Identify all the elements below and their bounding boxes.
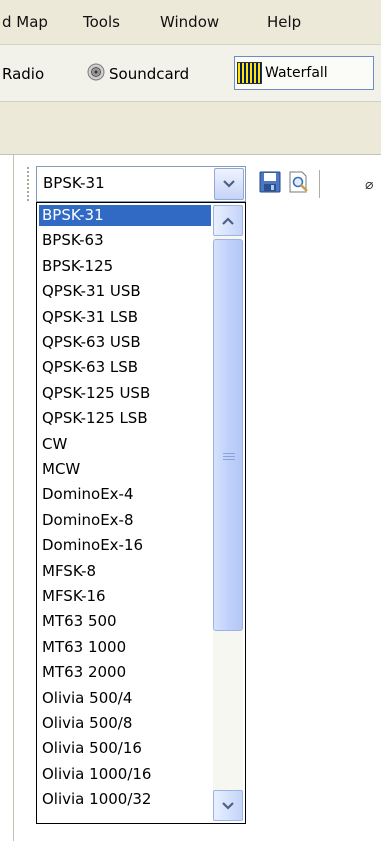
dropdown-option[interactable]: DominoEx-8	[39, 510, 211, 531]
menu-item-tools[interactable]: Tools	[83, 13, 120, 31]
radio-label: Radio	[2, 65, 45, 83]
toolbar-band	[0, 102, 381, 155]
dropdown-option[interactable]: QPSK-125 LSB	[39, 408, 211, 429]
dropdown-option[interactable]: BPSK-31	[39, 205, 211, 226]
menu-item-help[interactable]: Help	[267, 13, 301, 31]
dropdown-scrollbar[interactable]	[213, 205, 243, 821]
soundcard-label: Soundcard	[109, 65, 190, 83]
menu-bar: d Map Tools Window Help	[0, 0, 381, 45]
dropdown-option[interactable]: BPSK-63	[39, 230, 211, 251]
mode-select[interactable]: BPSK-31	[36, 166, 246, 202]
panel-divider	[13, 155, 14, 841]
waterfall-icon	[237, 62, 262, 84]
speaker-icon	[86, 62, 106, 86]
dropdown-option[interactable]: Olivia 500/8	[39, 713, 211, 734]
mode-dropdown-list: BPSK-31 BPSK-63 BPSK-125 QPSK-31 USB QPSK-31…	[36, 202, 246, 824]
dropdown-option[interactable]: MFSK-8	[39, 561, 211, 582]
dropdown-option[interactable]: QPSK-63 LSB	[39, 357, 211, 378]
dropdown-option[interactable]: QPSK-63 USB	[39, 332, 211, 353]
dropdown-option[interactable]: Olivia 1000/16	[39, 764, 211, 785]
dropdown-option[interactable]: MFSK-16	[39, 586, 211, 607]
dropdown-option[interactable]: MT63 2000	[39, 662, 211, 683]
chevron-down-icon	[222, 175, 236, 193]
scroll-down-icon	[221, 797, 235, 815]
dropdown-option[interactable]: CW	[39, 434, 211, 455]
toolbar-grip[interactable]	[26, 166, 30, 202]
partial-toolbar-icon: ⌀	[365, 177, 374, 193]
toolbar: Radio Soundcard Waterfall	[0, 45, 381, 102]
print-preview-icon[interactable]	[287, 170, 311, 198]
dropdown-option[interactable]: BPSK-125	[39, 256, 211, 277]
scroll-up-icon	[221, 212, 235, 230]
dropdown-option[interactable]: QPSK-125 USB	[39, 383, 211, 404]
dropdown-option[interactable]: QPSK-31 LSB	[39, 307, 211, 328]
thumb-grip	[223, 453, 235, 461]
dropdown-option[interactable]: Olivia 1000/32	[39, 789, 211, 810]
save-icon[interactable]	[258, 170, 282, 198]
toolbar-separator	[319, 170, 320, 198]
dropdown-option[interactable]: MT63 500	[39, 611, 211, 632]
dropdown-option[interactable]: QPSK-31 USB	[39, 281, 211, 302]
dropdown-option[interactable]: MT63 1000	[39, 637, 211, 658]
dropdown-option[interactable]: Olivia 500/16	[39, 738, 211, 759]
scrollbar-thumb[interactable]	[213, 239, 243, 631]
menu-item-map[interactable]: d Map	[2, 13, 48, 31]
mode-select-value: BPSK-31	[43, 174, 105, 192]
dropdown-option[interactable]: DominoEx-4	[39, 484, 211, 505]
waterfall-button[interactable]: Waterfall	[234, 56, 374, 90]
scroll-down-button[interactable]	[213, 790, 243, 821]
mode-select-dropdown-button[interactable]	[214, 168, 244, 200]
dropdown-option[interactable]: MCW	[39, 459, 211, 480]
scroll-up-button[interactable]	[213, 205, 243, 236]
dropdown-option[interactable]: DominoEx-16	[39, 535, 211, 556]
menu-item-window[interactable]: Window	[160, 13, 219, 31]
soundcard-button[interactable]: Soundcard	[86, 59, 189, 89]
waterfall-label: Waterfall	[265, 65, 328, 81]
radio-button[interactable]: Radio	[2, 59, 44, 89]
dropdown-option[interactable]: Olivia 500/4	[39, 688, 211, 709]
